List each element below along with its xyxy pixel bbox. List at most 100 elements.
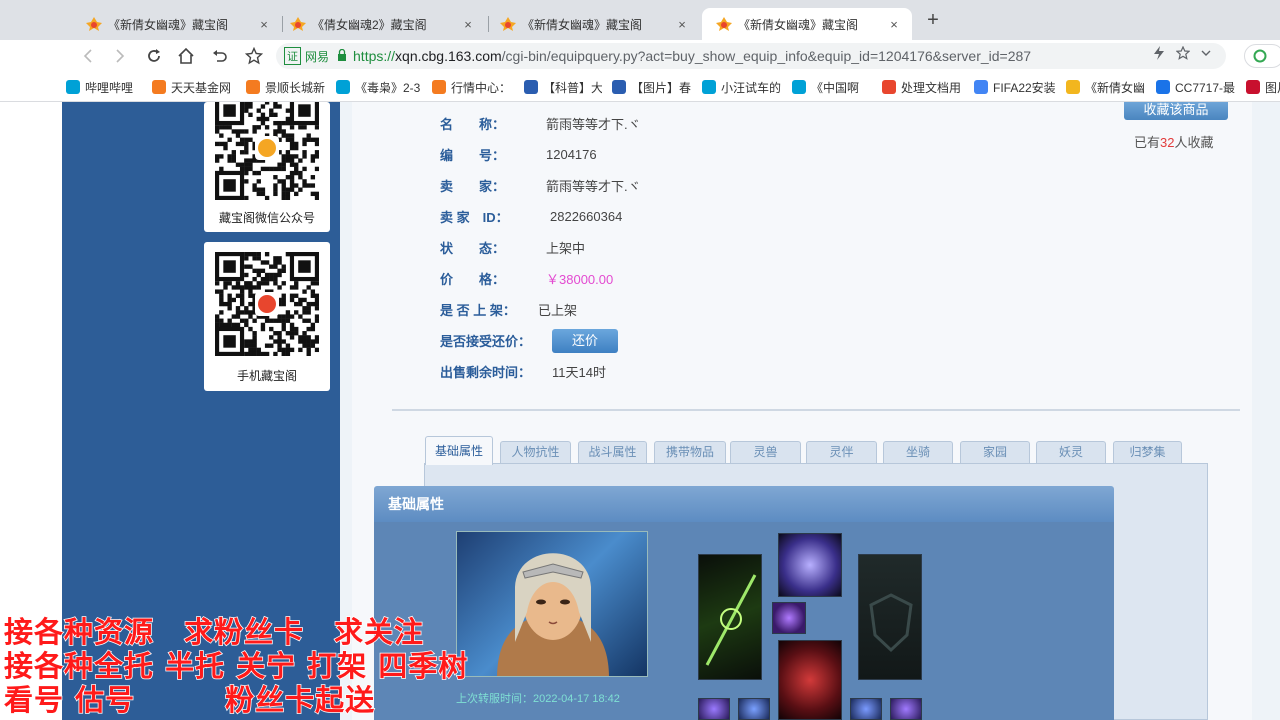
accessory-slot[interactable]	[850, 698, 882, 720]
wechat-qr-card: 藏宝阁微信公众号	[204, 102, 330, 232]
info-label: 出售剩余时间：	[440, 364, 532, 380]
detail-tab-active[interactable]: 基础属性	[425, 436, 493, 465]
info-row-price: 价 格： ￥38000.00	[440, 268, 613, 288]
bookmark-label: 景顺长城新	[265, 80, 326, 95]
bookmark-item[interactable]: 《新倩女幽	[1066, 79, 1146, 95]
chevron-down-icon[interactable]	[1200, 46, 1212, 63]
armor-slot[interactable]	[778, 640, 842, 720]
url-text: https://xqn.cbg.163.com/cgi-bin/equipque…	[353, 48, 1031, 64]
accessory-slot[interactable]	[738, 698, 770, 720]
character-portrait	[456, 531, 648, 677]
panel-heading: 基础属性	[374, 486, 1114, 522]
bookmark-favicon-icon	[1246, 80, 1260, 94]
bookmark-item[interactable]: 【科普】大	[524, 79, 602, 95]
bookmark-label: 【图片】春	[631, 80, 692, 95]
bookmark-item[interactable]: 哔哩哔哩	[66, 79, 142, 95]
detail-tab[interactable]: 人物抗性	[500, 441, 571, 463]
wechat-qr-caption: 藏宝阁微信公众号	[218, 211, 315, 225]
detail-tab[interactable]: 战斗属性	[578, 441, 647, 463]
browser-tab-4-active[interactable]: 《新倩女幽魂》藏宝阁 ×	[702, 8, 912, 40]
section-divider	[392, 409, 1240, 411]
info-label: 卖 家：	[440, 178, 506, 194]
extension-button[interactable]	[1244, 44, 1280, 68]
info-row-listed: 是 否 上 架： 已上架	[440, 299, 577, 319]
lightning-icon[interactable]	[1152, 46, 1166, 63]
detail-tab[interactable]: 归梦集	[1113, 441, 1182, 463]
browser-tab-1[interactable]: 《新倩女幽魂》藏宝阁 ×	[72, 8, 282, 40]
detail-tab[interactable]: 妖灵	[1036, 441, 1106, 463]
bookmark-item[interactable]: 【图片】春	[612, 79, 692, 95]
tab-close-icon[interactable]: ×	[886, 17, 902, 32]
collect-item-button[interactable]: 收藏该商品	[1124, 102, 1228, 120]
info-label: 名 称：	[440, 116, 506, 132]
bookmark-label: 处理文档用	[901, 80, 962, 95]
info-value: 箭雨等等才下.ヾ	[546, 116, 641, 132]
mobile-qr-card: 手机藏宝阁	[204, 242, 330, 391]
detail-tab[interactable]: 携带物品	[654, 441, 726, 463]
browser-tab-2[interactable]: 《倩女幽魂2》藏宝阁 ×	[276, 8, 486, 40]
bookmark-star-icon[interactable]	[242, 44, 266, 68]
undo-icon[interactable]	[208, 44, 232, 68]
info-value: 2822660364	[550, 208, 623, 224]
info-value: 1204176	[546, 146, 597, 162]
bookmark-favicon-icon	[974, 80, 988, 94]
detail-tab[interactable]: 坐骑	[883, 441, 953, 463]
favorite-star-icon[interactable]	[1175, 45, 1191, 63]
tab-title: 《新倩女幽魂》藏宝阁	[522, 17, 643, 32]
url-domain: xqn.cbg.163.com	[395, 48, 502, 64]
bookmark-label: 【科普】大	[543, 80, 602, 95]
reload-icon[interactable]	[142, 44, 166, 68]
tab-close-icon[interactable]: ×	[674, 17, 690, 32]
page-content: 藏宝阁微信公众号 手机藏宝阁 收藏该商品 已有32人收藏 名 称： 箭雨等等才下.…	[0, 102, 1280, 720]
tab-close-icon[interactable]: ×	[460, 17, 476, 32]
detail-tab[interactable]: 灵伴	[806, 441, 877, 463]
ring-slot[interactable]	[772, 602, 806, 634]
info-label: 价 格：	[440, 271, 506, 287]
url-scheme: https://	[353, 48, 396, 64]
overlay-text-line3: 看号 估号 粉丝卡起送	[3, 683, 376, 717]
bookmark-item[interactable]: 《毒枭》2-3	[336, 79, 422, 95]
bookmark-favicon-icon	[612, 80, 626, 94]
weapon-slot[interactable]	[698, 554, 762, 680]
bookmark-label: FIFA22安装	[993, 80, 1056, 95]
info-value: 箭雨等等才下.ヾ	[546, 178, 641, 194]
helmet-slot[interactable]	[778, 533, 842, 597]
back-arrow-icon[interactable]	[76, 44, 100, 68]
detail-tab[interactable]: 灵兽	[730, 441, 801, 463]
wechat-qr-code	[215, 102, 320, 201]
bookmark-item[interactable]: CC7717-最	[1156, 79, 1240, 95]
verified-site-icon: 证	[284, 47, 301, 65]
bookmark-item[interactable]: 图片	[1246, 79, 1280, 95]
browser-tab-3[interactable]: 《新倩女幽魂》藏宝阁 ×	[486, 8, 700, 40]
new-tab-button[interactable]: +	[922, 10, 944, 32]
bookmark-favicon-icon	[882, 80, 896, 94]
bookmark-label: CC7717-最	[1175, 80, 1236, 95]
bookmark-favicon-icon	[702, 80, 716, 94]
bargain-button[interactable]: 还价	[552, 329, 618, 353]
price-value: ￥38000.00	[546, 271, 614, 287]
bookmark-label: 图片	[1265, 80, 1280, 95]
bookmark-favicon-icon	[524, 80, 538, 94]
tab-close-icon[interactable]: ×	[256, 17, 272, 32]
home-icon[interactable]	[174, 44, 198, 68]
address-bar[interactable]: 证 网易 https://xqn.cbg.163.com/cgi-bin/equ…	[276, 43, 1226, 69]
bookmark-item[interactable]: FIFA22安装	[974, 79, 1058, 95]
accessory-slot[interactable]	[890, 698, 922, 720]
bookmark-item[interactable]: 处理文档用	[882, 79, 964, 95]
bookmark-item[interactable]: 小汪试车的	[702, 79, 782, 95]
bookmark-favicon-icon	[66, 80, 80, 94]
bookmark-item[interactable]: 天天基金网	[152, 79, 236, 95]
bookmark-favicon-icon	[432, 80, 446, 94]
bookmarks-bar: 哔哩哔哩 天天基金网 景顺长城新 《毒枭》2-3 行情中心： 【科普】大 【图片】春 小汪试车…	[0, 72, 1280, 102]
accessory-slot[interactable]	[698, 698, 730, 720]
bookmark-item[interactable]: 《中国啊	[792, 79, 872, 95]
bookmark-item[interactable]: 景顺长城新	[246, 79, 326, 95]
detail-tab[interactable]: 家园	[960, 441, 1030, 463]
bookmark-item[interactable]: 行情中心：	[432, 79, 514, 95]
forward-arrow-icon[interactable]	[108, 44, 132, 68]
mobile-qr-code	[215, 252, 320, 357]
info-label: 卖 家 ID：	[440, 209, 509, 225]
info-row-seller-id: 卖 家 ID： 2822660364	[440, 206, 622, 226]
info-value: 上架中	[546, 240, 586, 256]
collect-prefix: 已有	[1134, 135, 1161, 150]
